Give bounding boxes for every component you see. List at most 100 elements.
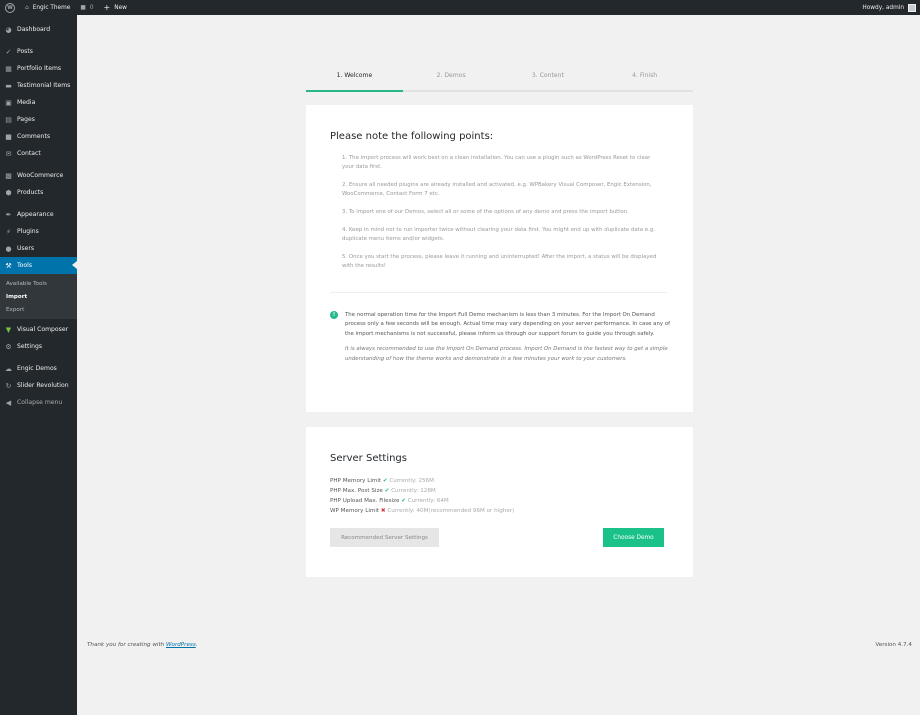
server-setting-row: WP Memory Limit ✖ Currently: 40M(recomme…: [330, 506, 514, 516]
sidebar-item-label: Comments: [17, 133, 51, 140]
sidebar-item-label: Visual Composer: [17, 326, 69, 333]
my-account-menu[interactable]: Howdy, admin: [862, 3, 920, 12]
submenu-import[interactable]: Import: [0, 290, 77, 303]
sidebar-item-label: Users: [17, 245, 35, 252]
sidebar-item-label: Tools: [17, 262, 33, 269]
sidebar-item-plugins[interactable]: ⚡ Plugins: [0, 223, 77, 240]
sidebar-item-label: Plugins: [17, 228, 39, 235]
sidebar-item-label: Testimonial Items: [17, 82, 71, 89]
checkmark-icon: ✔: [382, 478, 388, 484]
sidebar-item-dashboard[interactable]: ◕ Dashboard: [0, 21, 77, 38]
info-text: The normal operation time for the Import…: [345, 312, 670, 337]
sidebar-item-posts[interactable]: ✓ Posts: [0, 43, 77, 60]
sidebar-item-users[interactable]: ● Users: [0, 240, 77, 257]
plus-icon: +: [103, 3, 111, 12]
sidebar-item-products[interactable]: ⬢ Products: [0, 184, 77, 201]
setting-label: PHP Upload Max. Filesize: [330, 498, 400, 504]
step-demos[interactable]: 2. Demos: [402, 70, 500, 92]
sidebar-item-label: Products: [17, 189, 44, 196]
tools-submenu: Available Tools Import Export: [0, 274, 77, 319]
sidebar-item-label: Dashboard: [17, 26, 51, 33]
avatar: [908, 3, 916, 12]
list-item: 5. Once you start the process, please le…: [342, 253, 657, 269]
step-welcome[interactable]: 1. Welcome: [306, 70, 403, 92]
sidebar-item-pages[interactable]: ▤ Pages: [0, 111, 77, 128]
setting-label: WP Memory Limit: [330, 508, 380, 514]
sidebar-item-tools[interactable]: ⚒ Tools: [0, 257, 77, 274]
submenu-available-tools[interactable]: Available Tools: [0, 277, 77, 290]
wizard-steps: 1. Welcome 2. Demos 3. Content 4. Finish: [306, 70, 693, 92]
footer-thanks-suffix: .: [195, 642, 198, 648]
sidebar-item-label: Engic Demos: [17, 365, 57, 372]
server-settings-title: Server Settings: [330, 453, 407, 464]
checkmark-icon: ✔: [401, 498, 406, 504]
setting-current: Currently: 256M: [389, 478, 435, 484]
sidebar-item-appearance[interactable]: ✒ Appearance: [0, 206, 77, 223]
sidebar-item-portfolio-items[interactable]: ▦ Portfolio Items: [0, 60, 77, 77]
sidebar-item-testimonial-items[interactable]: ▬ Testimonial Items: [0, 77, 77, 94]
sidebar-item-label: Media: [17, 99, 36, 106]
submenu-export[interactable]: Export: [0, 303, 77, 316]
cross-icon: ✖: [380, 508, 386, 514]
list-item: 2. Ensure all needed plugins are already…: [342, 182, 652, 198]
portfolio-icon: ▦: [5, 64, 12, 73]
setting-current: Currently: 64M: [407, 498, 449, 504]
notes-list: 1. The import process will work best on …: [342, 154, 662, 280]
products-icon: ⬢: [5, 188, 12, 197]
sidebar-item-label: Portfolio Items: [17, 65, 62, 72]
list-item: 4. Keep in mind not to run importer twic…: [342, 226, 655, 242]
visual-composer-icon: ▼: [5, 325, 12, 334]
sidebar-item-visual-composer[interactable]: ▼ Visual Composer: [0, 321, 77, 338]
wrench-icon: ⚒: [5, 261, 12, 270]
step-content[interactable]: 3. Content: [499, 70, 597, 92]
server-setting-row: PHP Upload Max. Filesize ✔ Currently: 64…: [330, 496, 514, 506]
list-item: 3. To import one of our Demos, select al…: [342, 209, 629, 215]
wordpress-link[interactable]: WordPress: [166, 642, 196, 648]
setting-label: PHP Memory Limit: [330, 478, 382, 484]
notes-card: Please note the following points: 1. The…: [306, 105, 693, 412]
wp-logo-menu[interactable]: W: [0, 0, 20, 15]
recommended-server-settings-button[interactable]: Recommended Server Settings: [330, 528, 439, 547]
sidebar-item-label: Appearance: [17, 211, 54, 218]
choose-demo-button[interactable]: Choose Demo: [603, 528, 664, 547]
collapse-icon: ◀: [5, 398, 12, 407]
list-item: 1. The import process will work best on …: [342, 155, 651, 171]
version-text: Version 4.7.4: [875, 642, 912, 648]
comments-menu[interactable]: ■ 0: [75, 0, 98, 15]
comments-icon: ■: [5, 132, 12, 141]
engic-icon: ☁: [5, 364, 12, 373]
sidebar-item-media[interactable]: ▣ Media: [0, 94, 77, 111]
new-content-menu[interactable]: + New: [99, 0, 132, 15]
sidebar-item-label: Collapse menu: [17, 399, 63, 406]
media-icon: ▣: [5, 98, 12, 107]
sidebar-item-comments[interactable]: ■ Comments: [0, 128, 77, 145]
sidebar-item-slider-revolution[interactable]: ↻ Slider Revolution: [0, 377, 77, 394]
sidebar-item-contact[interactable]: ✉ Contact: [0, 145, 77, 162]
site-name: Engic Theme: [32, 4, 71, 11]
server-settings-list: PHP Memory Limit ✔ Currently: 256M PHP M…: [330, 476, 514, 516]
info-icon: !: [330, 311, 338, 319]
sidebar-item-settings[interactable]: ⚙ Settings: [0, 338, 77, 355]
sidebar-item-woocommerce[interactable]: ▩ WooCommerce: [0, 167, 77, 184]
server-setting-row: PHP Max. Post Size ✔ Currently: 128M: [330, 486, 514, 496]
site-name-menu[interactable]: ⌂ Engic Theme: [20, 0, 75, 15]
sidebar-item-label: Posts: [17, 48, 33, 55]
settings-icon: ⚙: [5, 342, 12, 351]
admin-bar: W ⌂ Engic Theme ■ 0 + New Howdy, admin: [0, 0, 920, 15]
notes-title: Please note the following points:: [330, 131, 494, 142]
sidebar-item-label: Pages: [17, 116, 35, 123]
howdy-text: Howdy, admin: [862, 4, 904, 11]
collapse-menu-button[interactable]: ◀ Collapse menu: [0, 394, 77, 411]
step-finish[interactable]: 4. Finish: [596, 70, 693, 92]
pin-icon: ✓: [5, 47, 12, 56]
sidebar-item-engic-demos[interactable]: ☁ Engic Demos: [0, 360, 77, 377]
new-label: New: [114, 4, 127, 11]
divider: [330, 292, 667, 293]
users-icon: ●: [5, 244, 12, 253]
info-italic-text: It is always recommended to use the Impo…: [345, 346, 668, 362]
admin-sidebar: ◕ Dashboard ✓ Posts ▦ Portfolio Items ▬ Test…: [0, 15, 77, 715]
comment-bubble-icon: ■: [80, 4, 86, 11]
server-settings-card: Server Settings PHP Memory Limit ✔ Curre…: [306, 427, 693, 577]
setting-current: Currently: 40M(recommended 96M or higher…: [387, 508, 515, 514]
home-icon: ⌂: [25, 4, 29, 11]
